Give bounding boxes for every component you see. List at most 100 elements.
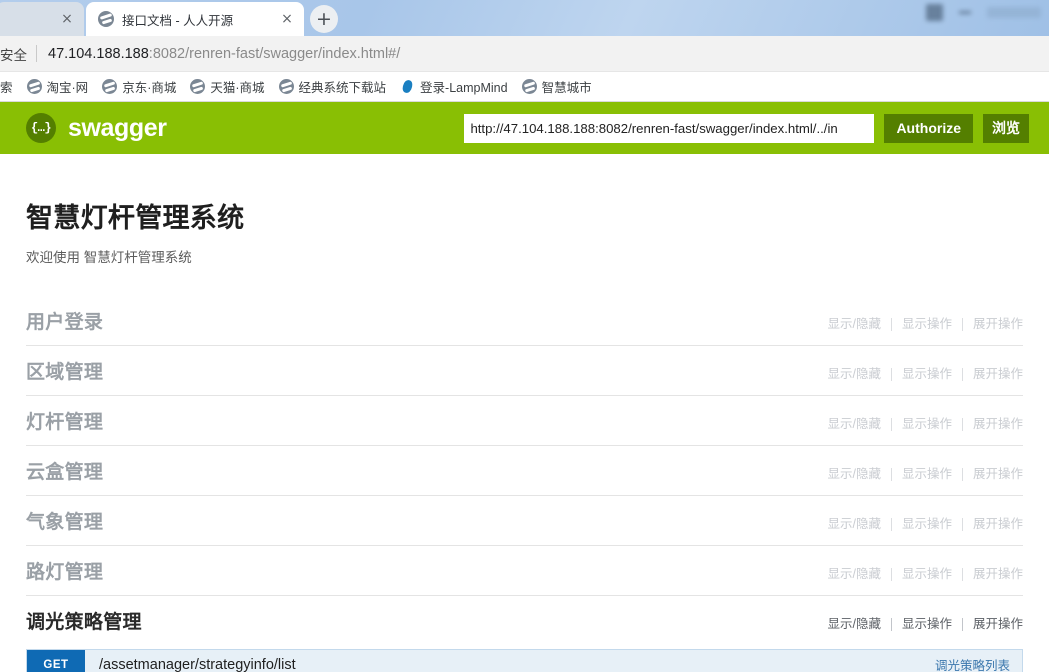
- window-controls[interactable]: [926, 4, 1041, 21]
- address-bar[interactable]: 安全 47.104.188.188:8082/renren-fast/swagg…: [0, 36, 1049, 72]
- swagger-body: 智慧灯杆管理系统 欢迎使用 智慧灯杆管理系统 用户登录 显示/隐藏 显示操作 展…: [0, 154, 1049, 672]
- bookmark-label: 淘宝·网: [47, 77, 89, 96]
- list-operations-link[interactable]: 显示操作: [902, 513, 952, 532]
- resource-options: 显示/隐藏 显示操作 展开操作: [827, 313, 1023, 332]
- option-divider: [891, 568, 892, 581]
- resource-group-street-lamp: 路灯管理 显示/隐藏 显示操作 展开操作: [26, 546, 1023, 596]
- resource-options: 显示/隐藏 显示操作 展开操作: [827, 513, 1023, 532]
- list-operations-link[interactable]: 显示操作: [902, 363, 952, 382]
- globe-icon: [98, 11, 114, 27]
- toggle-visibility-link[interactable]: 显示/隐藏: [827, 363, 880, 382]
- resource-group-cloud-box: 云盒管理 显示/隐藏 显示操作 展开操作: [26, 446, 1023, 496]
- resource-title[interactable]: 灯杆管理: [26, 407, 827, 434]
- list-operations-link[interactable]: 显示操作: [902, 313, 952, 332]
- minimize-icon[interactable]: [959, 11, 971, 14]
- list-operations-link[interactable]: 显示操作: [902, 613, 952, 632]
- url-text[interactable]: 47.104.188.188:8082/renren-fast/swagger/…: [48, 46, 400, 62]
- endpoint-summary: 调光策略列表: [935, 655, 1022, 672]
- resource-title[interactable]: 用户登录: [26, 307, 827, 334]
- tab-close-icon[interactable]: ×: [56, 8, 78, 30]
- swagger-logo[interactable]: {…} swagger: [26, 113, 167, 143]
- url-host: 47.104.188.188: [48, 46, 149, 62]
- option-divider: [962, 368, 963, 381]
- browser-tab-active[interactable]: 接口文档 - 人人开源 ×: [86, 2, 304, 36]
- option-divider: [962, 468, 963, 481]
- globe-icon: [522, 79, 537, 94]
- page-title: 智慧灯杆管理系统: [26, 196, 1023, 235]
- expand-operations-link[interactable]: 展开操作: [973, 563, 1023, 582]
- bookmark-item[interactable]: 智慧城市: [522, 77, 592, 96]
- resource-header[interactable]: 气象管理 显示/隐藏 显示操作 展开操作: [26, 496, 1023, 545]
- toggle-visibility-link[interactable]: 显示/隐藏: [827, 513, 880, 532]
- new-tab-button[interactable]: +: [310, 5, 338, 33]
- maximize-icon[interactable]: [926, 4, 943, 21]
- globe-icon: [102, 79, 117, 94]
- api-description: 欢迎使用 智慧灯杆管理系统: [26, 246, 1023, 266]
- authorize-button[interactable]: Authorize: [884, 114, 973, 143]
- bookmark-item[interactable]: 京东·商城: [102, 77, 176, 96]
- list-operations-link[interactable]: 显示操作: [902, 413, 952, 432]
- endpoint-path[interactable]: /assetmanager/strategyinfo/list: [85, 657, 935, 672]
- bookmark-label: 京东·商城: [122, 77, 176, 96]
- toggle-visibility-link[interactable]: 显示/隐藏: [827, 613, 880, 632]
- option-divider: [891, 618, 892, 631]
- list-operations-link[interactable]: 显示操作: [902, 463, 952, 482]
- resource-header[interactable]: 灯杆管理 显示/隐藏 显示操作 展开操作: [26, 396, 1023, 445]
- resource-header[interactable]: 路灯管理 显示/隐藏 显示操作 展开操作: [26, 546, 1023, 595]
- bookmark-label: 经典系统下载站: [299, 77, 387, 96]
- resource-options: 显示/隐藏 显示操作 展开操作: [827, 563, 1023, 582]
- tab-title: 接口文档 - 人人开源: [122, 10, 268, 29]
- globe-icon: [27, 79, 42, 94]
- resource-header[interactable]: 区域管理 显示/隐藏 显示操作 展开操作: [26, 346, 1023, 395]
- expand-operations-link[interactable]: 展开操作: [973, 363, 1023, 382]
- resource-title[interactable]: 气象管理: [26, 507, 827, 534]
- bookmark-label: 智慧城市: [542, 77, 592, 96]
- omnibox-divider: [36, 45, 37, 62]
- resource-title[interactable]: 区域管理: [26, 357, 827, 384]
- bookmark-item[interactable]: 淘宝·网: [27, 77, 89, 96]
- resource-title[interactable]: 调光策略管理: [26, 607, 827, 634]
- endpoint-strategyinfo-list: GET /assetmanager/strategyinfo/list 调光策略…: [26, 649, 1023, 672]
- resource-title[interactable]: 路灯管理: [26, 557, 827, 584]
- globe-icon: [190, 79, 205, 94]
- toggle-visibility-link[interactable]: 显示/隐藏: [827, 463, 880, 482]
- expand-operations-link[interactable]: 展开操作: [973, 413, 1023, 432]
- option-divider: [891, 368, 892, 381]
- resource-header[interactable]: 云盒管理 显示/隐藏 显示操作 展开操作: [26, 446, 1023, 495]
- toggle-visibility-link[interactable]: 显示/隐藏: [827, 413, 880, 432]
- option-divider: [891, 518, 892, 531]
- expand-operations-link[interactable]: 展开操作: [973, 313, 1023, 332]
- toggle-visibility-link[interactable]: 显示/隐藏: [827, 313, 880, 332]
- bookmark-item[interactable]: 天猫·商城: [190, 77, 264, 96]
- expand-operations-link[interactable]: 展开操作: [973, 463, 1023, 482]
- resource-group-weather: 气象管理 显示/隐藏 显示操作 展开操作: [26, 496, 1023, 546]
- resource-header[interactable]: 用户登录 显示/隐藏 显示操作 展开操作: [26, 296, 1023, 345]
- option-divider: [962, 568, 963, 581]
- tab-close-icon[interactable]: ×: [276, 8, 298, 30]
- option-divider: [891, 468, 892, 481]
- resource-group-user-login: 用户登录 显示/隐藏 显示操作 展开操作: [26, 296, 1023, 346]
- security-status-label: 安全: [0, 44, 36, 64]
- browser-tab-inactive[interactable]: ×: [0, 2, 84, 36]
- expand-operations-link[interactable]: 展开操作: [973, 513, 1023, 532]
- http-method-badge: GET: [27, 650, 85, 672]
- bookmark-label: 登录-LampMind: [420, 77, 508, 96]
- browse-button[interactable]: 浏览: [983, 114, 1029, 143]
- toggle-visibility-link[interactable]: 显示/隐藏: [827, 563, 880, 582]
- bookmark-item[interactable]: 经典系统下载站: [279, 77, 387, 96]
- api-info: 智慧灯杆管理系统 欢迎使用 智慧灯杆管理系统: [26, 154, 1023, 296]
- window-control-group[interactable]: [987, 7, 1041, 18]
- resource-group-lamp-pole: 灯杆管理 显示/隐藏 显示操作 展开操作: [26, 396, 1023, 446]
- resource-options: 显示/隐藏 显示操作 展开操作: [827, 613, 1023, 632]
- resource-options: 显示/隐藏 显示操作 展开操作: [827, 463, 1023, 482]
- spec-url-input[interactable]: [464, 114, 874, 143]
- globe-icon: [279, 79, 294, 94]
- bookmark-item[interactable]: 索: [0, 77, 13, 96]
- resource-header[interactable]: 调光策略管理 显示/隐藏 显示操作 展开操作: [26, 596, 1023, 645]
- bookmark-item[interactable]: 登录-LampMind: [400, 77, 508, 96]
- expand-operations-link[interactable]: 展开操作: [973, 613, 1023, 632]
- endpoint-header[interactable]: GET /assetmanager/strategyinfo/list 调光策略…: [27, 650, 1022, 672]
- list-operations-link[interactable]: 显示操作: [902, 563, 952, 582]
- resource-title[interactable]: 云盒管理: [26, 457, 827, 484]
- resource-group-area: 区域管理 显示/隐藏 显示操作 展开操作: [26, 346, 1023, 396]
